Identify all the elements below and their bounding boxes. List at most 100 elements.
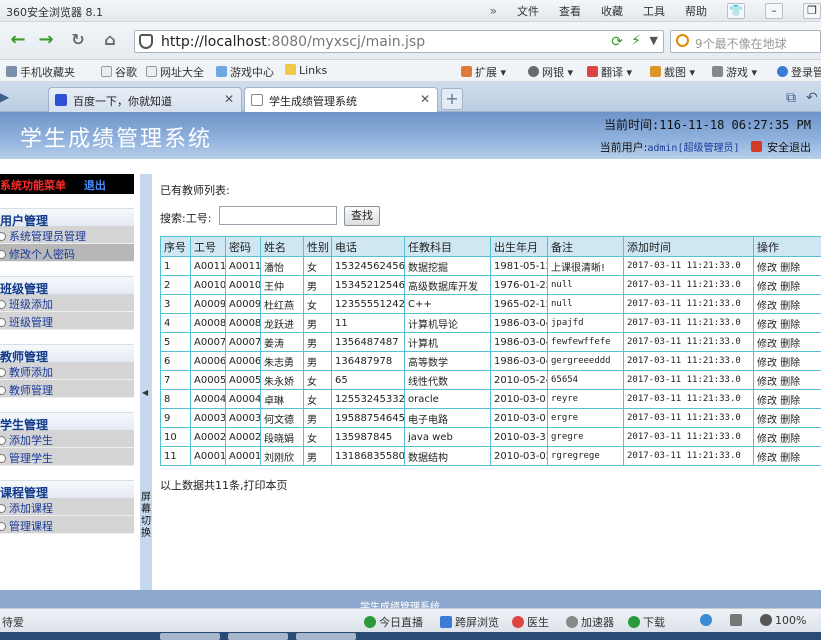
- delete-link[interactable]: 删除: [780, 320, 800, 331]
- tab-baidu[interactable]: 百度一下，你就知道 ✕: [48, 87, 242, 112]
- table-row[interactable]: 4 A0008 A0008 龙跃进男 11 计算机导论 1986-03-04 jpajfd 20…: [160, 313, 821, 333]
- collapse-arrow-icon[interactable]: ◀: [142, 388, 148, 397]
- logout-icon[interactable]: [751, 141, 762, 152]
- delete-link[interactable]: 删除: [780, 434, 800, 445]
- status-doctor[interactable]: 医生: [512, 614, 549, 630]
- delete-link[interactable]: 删除: [780, 263, 800, 274]
- sidebar-item[interactable]: 班级添加: [0, 294, 134, 312]
- status-sound-icon[interactable]: [730, 614, 745, 627]
- tool-extensions[interactable]: 扩展 ▾: [461, 64, 506, 80]
- address-bar[interactable]: http://localhost:8080/myxscj/main.jsp ⟳ …: [134, 30, 664, 53]
- logout-link[interactable]: 安全退出: [767, 141, 811, 154]
- new-tab-button[interactable]: +: [441, 88, 463, 110]
- back-button[interactable]: ←: [6, 29, 30, 53]
- sidebar-item[interactable]: 添加课程: [0, 498, 134, 516]
- undo-close-icon[interactable]: ↶: [806, 90, 818, 106]
- fav-google[interactable]: 谷歌: [101, 64, 137, 80]
- edit-link[interactable]: 修改: [757, 320, 777, 331]
- tool-bank[interactable]: 网银 ▾: [528, 64, 573, 80]
- edit-link[interactable]: 修改: [757, 263, 777, 274]
- edit-link[interactable]: 修改: [757, 301, 777, 312]
- shirt-skin-icon[interactable]: 👕: [727, 3, 745, 19]
- restore-button[interactable]: ❐: [803, 3, 821, 19]
- delete-link[interactable]: 删除: [780, 415, 800, 426]
- minimize-button[interactable]: –: [765, 3, 783, 19]
- menu-view[interactable]: 查看: [559, 3, 581, 19]
- edit-link[interactable]: 修改: [757, 358, 777, 369]
- refresh-ring-icon[interactable]: ⟳: [611, 34, 623, 50]
- taskbar-item[interactable]: [228, 633, 288, 640]
- close-icon[interactable]: ✕: [224, 92, 234, 106]
- sidebar-group-title[interactable]: 用户管理: [0, 208, 134, 228]
- refresh-button[interactable]: ↻: [66, 29, 90, 53]
- sidebar-item[interactable]: 教师管理: [0, 380, 134, 398]
- fav-links[interactable]: Links: [285, 64, 327, 77]
- tab-list-icon[interactable]: ⧉: [786, 90, 796, 106]
- teacher-id-search-input[interactable]: [219, 206, 337, 225]
- table-row[interactable]: 2 A0010 A0010 王仲男 15345212546 高级数据库开发 1976-01-…: [160, 275, 821, 295]
- edit-link[interactable]: 修改: [757, 377, 777, 388]
- delete-link[interactable]: 删除: [780, 301, 800, 312]
- sidebar-item[interactable]: 教师添加: [0, 362, 134, 380]
- url-text[interactable]: http://localhost:8080/myxscj/main.jsp: [161, 34, 425, 50]
- close-icon[interactable]: ✕: [420, 92, 430, 106]
- fav-hao123[interactable]: 网址大全: [146, 64, 204, 80]
- menu-expand-icon[interactable]: »: [490, 4, 497, 18]
- delete-link[interactable]: 删除: [780, 377, 800, 388]
- exit-link[interactable]: 退出: [84, 179, 106, 192]
- edit-link[interactable]: 修改: [757, 282, 777, 293]
- sidebar-group-title[interactable]: 课程管理: [0, 480, 134, 500]
- status-crossscreen[interactable]: 跨屏浏览: [440, 614, 499, 630]
- menu-tools[interactable]: 工具: [643, 3, 665, 19]
- status-live[interactable]: 今日直播: [364, 614, 423, 630]
- delete-link[interactable]: 删除: [780, 358, 800, 369]
- home-button[interactable]: ⌂: [98, 29, 122, 53]
- edit-link[interactable]: 修改: [757, 339, 777, 350]
- sidebar-toggle-icon[interactable]: ▶: [0, 90, 9, 104]
- tool-games[interactable]: 游戏 ▾: [712, 64, 757, 80]
- delete-link[interactable]: 删除: [780, 282, 800, 293]
- lightning-icon[interactable]: ⚡: [631, 33, 641, 49]
- delete-link[interactable]: 删除: [780, 453, 800, 464]
- edit-link[interactable]: 修改: [757, 453, 777, 464]
- taskbar-item[interactable]: [160, 633, 220, 640]
- status-download[interactable]: 下载: [628, 614, 665, 630]
- tool-screenshot[interactable]: 截图 ▾: [650, 64, 695, 80]
- chevron-down-icon[interactable]: ▼: [650, 34, 658, 47]
- edit-link[interactable]: 修改: [757, 396, 777, 407]
- table-row[interactable]: 6 A0006 A0006 朱志勇男 136487978 高等数学 1986-03-04 ge…: [160, 351, 821, 371]
- taskbar-item[interactable]: [296, 633, 356, 640]
- sidebar-group-title[interactable]: 班级管理: [0, 276, 134, 296]
- table-row[interactable]: 11 A0001 A0001 刘刚欣男 13186835580 数据结构 2010-03-0…: [160, 446, 821, 466]
- sidebar-item[interactable]: 添加学生: [0, 430, 134, 448]
- status-accelerator[interactable]: 加速器: [566, 614, 614, 630]
- sidebar-item[interactable]: 修改个人密码: [0, 244, 134, 262]
- status-zoom[interactable]: 100%: [760, 614, 806, 627]
- table-row[interactable]: 9 A0003 A0003 何文德男 19588754645 电子电路 2010-03-01…: [160, 408, 821, 428]
- sidebar-item[interactable]: 系统管理员管理: [0, 226, 134, 244]
- delete-link[interactable]: 删除: [780, 339, 800, 350]
- forward-button[interactable]: →: [34, 29, 58, 53]
- edit-link[interactable]: 修改: [757, 415, 777, 426]
- sidebar-item[interactable]: 管理课程: [0, 516, 134, 534]
- sidebar-group-title[interactable]: 教师管理: [0, 344, 134, 364]
- search-button[interactable]: 查找: [344, 206, 380, 226]
- table-row[interactable]: 5 A0007 A0007 姜涛男 1356487487 计算机 1986-03-04 few…: [160, 332, 821, 352]
- sidebar-item[interactable]: 管理学生: [0, 448, 134, 466]
- screen-switch-bar[interactable]: ◀ 屏幕切换: [140, 174, 152, 590]
- screen-switch-label[interactable]: 屏幕切换: [140, 492, 152, 540]
- delete-link[interactable]: 删除: [780, 396, 800, 407]
- table-row[interactable]: 3 A0009 A0009 杜红燕女 12355551242 C++ 1965-02-15 n…: [160, 294, 821, 314]
- menu-favorites[interactable]: 收藏: [601, 3, 623, 19]
- tool-login[interactable]: 登录管: [777, 64, 821, 80]
- menu-help[interactable]: 帮助: [685, 3, 707, 19]
- table-row[interactable]: 1 A0011 A0011 潘怡女 15324562456 数据挖掘 1981-05-12 上…: [160, 256, 821, 276]
- tab-student-system[interactable]: 学生成绩管理系统 ✕: [244, 87, 438, 112]
- sidebar-group-title[interactable]: 学生管理: [0, 412, 134, 432]
- sidebar-item[interactable]: 班级管理: [0, 312, 134, 330]
- search-box[interactable]: 9个最不像在地球: [670, 30, 821, 53]
- fav-games[interactable]: 游戏中心: [216, 64, 274, 80]
- table-row[interactable]: 8 A0004 A0004 卓琳女 12553245332 oracle 2010-03-0…: [160, 389, 821, 409]
- tool-translate[interactable]: 翻译 ▾: [587, 64, 632, 80]
- edit-link[interactable]: 修改: [757, 434, 777, 445]
